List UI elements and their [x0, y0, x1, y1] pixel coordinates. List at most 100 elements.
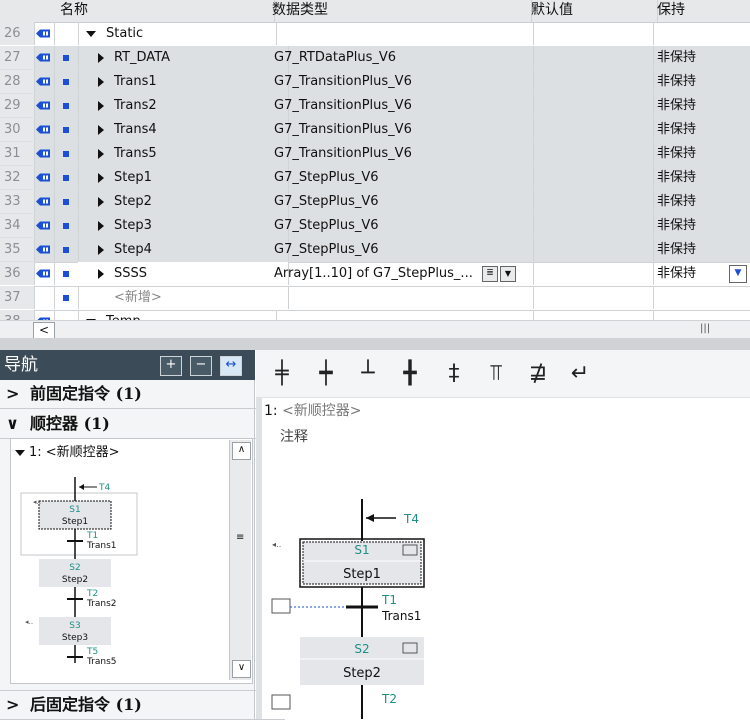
table-row[interactable]: 28 Trans1 G7_TransitionPlus_V6 非保持 [0, 70, 750, 95]
list-icon[interactable]: ≣ [482, 266, 498, 282]
name-cell[interactable]: Trans5 [78, 142, 289, 165]
name-cell[interactable]: Step1 [78, 166, 289, 189]
default-cell[interactable] [527, 70, 654, 93]
name-cell[interactable]: Trans1 [78, 70, 289, 93]
retain-dropdown-icon[interactable]: ▼ [729, 265, 747, 283]
default-cell[interactable] [527, 46, 654, 69]
table-row[interactable]: 26 Static [0, 22, 750, 47]
table-row[interactable]: 36 SSSS Array[1..10] of G7_StepPlus_... ≣ ▼ 非… [0, 262, 750, 287]
retain-cell[interactable] [653, 286, 750, 309]
table-row[interactable]: 29 Trans2 G7_TransitionPlus_V6 非保持 [0, 94, 750, 119]
name-cell[interactable]: <新增> [78, 286, 289, 309]
default-cell[interactable] [527, 262, 654, 285]
default-cell[interactable] [527, 310, 654, 320]
datatype-cell[interactable] [268, 286, 534, 309]
close-branch-icon[interactable]: ⋣ [520, 354, 556, 394]
retain-cell[interactable]: 非保持 [653, 142, 750, 165]
retain-cell[interactable]: 非保持 [653, 46, 750, 69]
datatype-cell[interactable]: G7_TransitionPlus_V6 [268, 118, 534, 141]
default-cell[interactable] [527, 22, 654, 45]
horizontal-scrollbar[interactable]: < ||| [0, 320, 750, 340]
retain-cell[interactable]: 非保持 [653, 166, 750, 189]
header-datatype[interactable]: 数据类型 [268, 0, 532, 22]
header-retain[interactable]: 保持 [653, 0, 750, 22]
header-default[interactable]: 默认值 [527, 0, 658, 22]
name-cell[interactable]: Static [78, 22, 277, 45]
pane-splitter[interactable] [0, 338, 750, 350]
return-icon[interactable]: ↵ [562, 354, 598, 394]
collapse-icon[interactable] [86, 30, 96, 37]
expand-icon[interactable] [98, 124, 104, 135]
datatype-cell[interactable]: G7_StepPlus_V6 [268, 214, 534, 237]
step-transition-icon[interactable]: ╪ [264, 354, 300, 394]
step-icon[interactable]: ┿ [308, 354, 344, 394]
datatype-cell[interactable]: G7_TransitionPlus_V6 [268, 142, 534, 165]
name-cell[interactable]: Step3 [78, 214, 289, 237]
datatype-cell[interactable] [268, 310, 534, 320]
expand-icon[interactable] [98, 268, 104, 279]
table-row[interactable]: 37 <新增> [0, 286, 750, 311]
zoom-out-icon[interactable]: − [190, 356, 212, 376]
name-cell[interactable]: Trans2 [78, 94, 289, 117]
retain-cell[interactable]: 非保持 [653, 94, 750, 117]
table-row[interactable]: 30 Trans4 G7_TransitionPlus_V6 非保持 [0, 118, 750, 143]
name-cell[interactable]: RT_DATA [78, 46, 289, 69]
retain-cell[interactable] [653, 22, 750, 45]
table-row[interactable]: 31 Trans5 G7_TransitionPlus_V6 非保持 [0, 142, 750, 167]
datatype-cell[interactable]: G7_TransitionPlus_V6 [268, 94, 534, 117]
jump-icon[interactable]: ╋ [392, 354, 428, 394]
trans2-condition-icon[interactable] [271, 694, 291, 710]
expand-icon[interactable] [98, 148, 104, 159]
table-row[interactable]: 38Temp [0, 310, 750, 320]
sequencer-thumbnail[interactable]: 1: <新顺控器> T4 S1 Step1 ◂‥ T1 Trans1 S2 St… [10, 438, 253, 684]
scroll-down-button[interactable]: ∨ [232, 660, 251, 678]
default-cell[interactable] [527, 142, 654, 165]
expand-icon[interactable] [98, 76, 104, 87]
thumbnail-vertical-scrollbar[interactable]: ∧ ∨ ≡ [229, 440, 251, 680]
retain-cell[interactable]: 非保持 [653, 190, 750, 213]
datatype-cell[interactable]: G7_StepPlus_V6 [268, 166, 534, 189]
zoom-in-icon[interactable]: + [160, 356, 182, 376]
nav-section-post[interactable]: > 后固定指令 (1) [0, 690, 285, 720]
table-row[interactable]: 33 Step2 G7_StepPlus_V6 非保持 [0, 190, 750, 215]
default-cell[interactable] [527, 238, 654, 261]
expand-icon[interactable] [98, 196, 104, 207]
retain-cell[interactable]: 非保持 [653, 214, 750, 237]
branch-icon[interactable]: ‡ [436, 354, 472, 394]
table-row[interactable]: 32 Step1 G7_StepPlus_V6 非保持 [0, 166, 750, 191]
default-cell[interactable] [527, 190, 654, 213]
nav-section-pre[interactable]: > 前固定指令 (1) [0, 380, 285, 409]
name-cell[interactable]: Step4 [78, 238, 289, 261]
expand-icon[interactable] [98, 220, 104, 231]
retain-cell[interactable]: 非保持 ▼ [653, 262, 750, 285]
table-row[interactable]: 27 RT_DATA G7_RTDataPlus_V6 非保持 [0, 46, 750, 71]
expand-icon[interactable] [98, 100, 104, 111]
trans1-condition-icon[interactable] [271, 598, 291, 614]
expand-icon[interactable] [98, 172, 104, 183]
name-cell[interactable]: SSSS [78, 262, 289, 285]
default-cell[interactable] [527, 214, 654, 237]
transition-icon[interactable]: ┴ [350, 354, 386, 394]
expand-icon[interactable] [98, 52, 104, 63]
header-name[interactable]: 名称 [54, 0, 275, 22]
datatype-cell[interactable]: Array[1..10] of G7_StepPlus_... ≣ ▼ [268, 262, 534, 285]
table-row[interactable]: 34 Step3 G7_StepPlus_V6 非保持 [0, 214, 750, 239]
retain-cell[interactable]: 非保持 [653, 70, 750, 93]
scroll-up-button[interactable]: ∧ [232, 442, 251, 460]
fit-width-icon[interactable]: ↔ [220, 356, 242, 376]
retain-cell[interactable] [653, 310, 750, 320]
datatype-cell[interactable]: G7_TransitionPlus_V6 [268, 70, 534, 93]
datatype-cell[interactable]: G7_StepPlus_V6 [268, 190, 534, 213]
name-cell[interactable]: Temp [78, 310, 277, 320]
name-cell[interactable]: Trans4 [78, 118, 289, 141]
default-cell[interactable] [527, 166, 654, 189]
default-cell[interactable] [527, 286, 654, 309]
retain-cell[interactable]: 非保持 [653, 118, 750, 141]
retain-cell[interactable]: 非保持 [653, 238, 750, 261]
nav-section-sequencer[interactable]: ∨ 顺控器 (1) [0, 410, 285, 439]
comment-field[interactable]: 注释 [280, 426, 308, 446]
datatype-cell[interactable]: G7_RTDataPlus_V6 [268, 46, 534, 69]
sim-branch-icon[interactable]: ⫪ [478, 354, 514, 394]
datatype-cell[interactable] [268, 22, 534, 45]
dropdown-icon[interactable]: ▼ [500, 266, 516, 282]
